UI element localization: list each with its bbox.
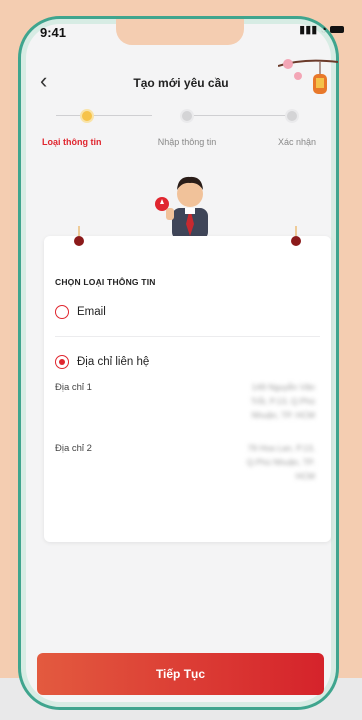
radio-contact-address[interactable] (55, 355, 69, 369)
option-contact-address-label: Địa chỉ liên hệ (77, 356, 150, 368)
lantern-icon (291, 226, 301, 246)
battery-icon (330, 26, 344, 33)
address-1-value: 149 Nguyễn Văn Trỗi, P.13, Q.Phú Nhuận, … (250, 382, 315, 420)
status-icons: ▮▮▮ ◔ (299, 23, 344, 36)
option-email[interactable]: Email (55, 305, 106, 319)
lantern-icon (74, 226, 84, 246)
address-2-label: Địa chỉ 2 (55, 443, 92, 454)
progress-stepper: Loại thông tin Nhập thông tin Xác nhận (40, 103, 316, 153)
step-dot-1 (80, 109, 94, 123)
continue-button[interactable]: Tiếp Tục (37, 653, 324, 695)
address-2-value: 79 Hoa Lan, P.13, Q.Phú Nhuận, TP. HCM (246, 443, 315, 481)
info-type-card: CHỌN LOẠI THÔNG TIN Email Địa chỉ liên h… (44, 226, 331, 542)
step-dot-3 (285, 109, 299, 123)
divider (55, 336, 320, 337)
signal-icon: ▮▮▮ (299, 24, 318, 36)
step-connector (194, 115, 290, 116)
step-label-1: Loại thông tin (42, 137, 102, 147)
avatar-illustration (155, 176, 208, 240)
option-contact-address[interactable]: Địa chỉ liên hệ (55, 355, 149, 369)
address-1-label: Địa chỉ 1 (55, 382, 92, 393)
notch (116, 19, 244, 45)
status-time: 9:41 (40, 25, 67, 40)
wifi-icon: ◔ (320, 23, 327, 36)
section-title: CHỌN LOẠI THÔNG TIN (55, 277, 156, 287)
step-dot-2 (180, 109, 194, 123)
step-label-2: Nhập thông tin (157, 137, 217, 147)
option-email-label: Email (77, 306, 106, 318)
step-connector (56, 115, 152, 116)
step-label-3: Xác nhận (277, 137, 316, 147)
radio-email[interactable] (55, 305, 69, 319)
